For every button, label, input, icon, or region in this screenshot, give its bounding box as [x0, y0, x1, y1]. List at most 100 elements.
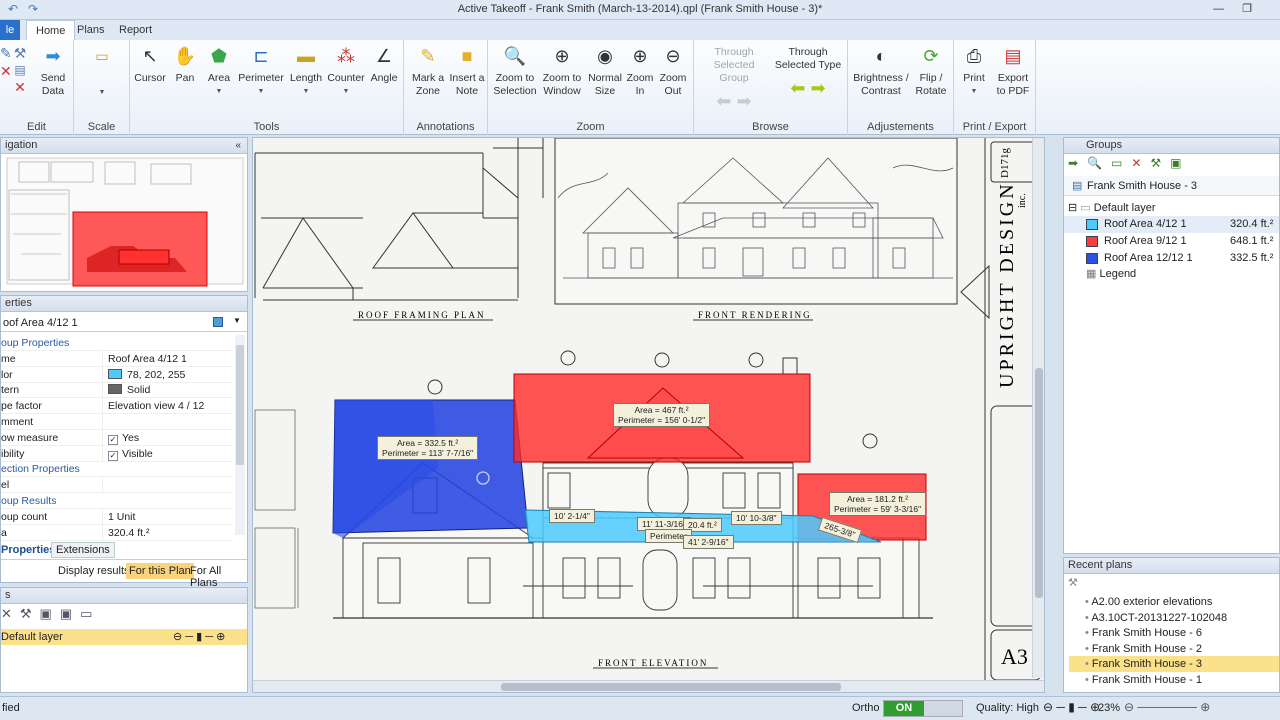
mark-zone-button[interactable]: ✎ Mark a Zone	[408, 44, 448, 98]
property-row[interactable]: ibility ✓ Visible	[1, 445, 233, 462]
for-all-plans-button[interactable]: For All Plans	[190, 565, 247, 589]
navigation-title: igation	[5, 139, 38, 151]
measurement-label-roof-9-12[interactable]: Area = 467 ft.² Perimeter = 156' 0-1/2"	[613, 403, 711, 427]
property-row[interactable]: oup Results	[1, 493, 233, 509]
front-elevation-title: FRONT ELEVATION	[598, 658, 708, 668]
zoom-slider[interactable]: ⊖ ─ ▮ ─ ⊕	[1043, 700, 1100, 714]
dimension-label[interactable]: 41' 2-9/16"	[683, 535, 734, 549]
counter-button[interactable]: ⁂ Counter ▼	[326, 44, 366, 98]
front-rendering-title: FRONT RENDERING	[698, 310, 812, 320]
ortho-toggle[interactable]: ON	[883, 700, 963, 717]
for-this-plan-button[interactable]: For this Plan	[126, 563, 194, 579]
property-row[interactable]: mment	[1, 414, 233, 430]
property-row[interactable]: tern Solid	[1, 382, 233, 399]
recent-plan-item[interactable]: • Frank Smith House - 3	[1069, 656, 1279, 673]
recent-plan-item[interactable]: • A3.10CT-20131227-102048	[1069, 610, 1279, 626]
magnifier-icon: 🔍	[503, 46, 527, 66]
groups-toolbar[interactable]: ➡🔍▭✕⚒▣	[1064, 156, 1279, 174]
recent-plan-item[interactable]: • Frank Smith House - 6	[1069, 625, 1279, 641]
recent-plan-item[interactable]: • A2.00 exterior elevations	[1069, 594, 1279, 610]
through-group-button[interactable]: Through Selected Group ⬅ ➡	[698, 46, 770, 110]
zoom-in-button[interactable]: ⊕ Zoom In	[624, 44, 656, 98]
tab-plans[interactable]: Plans	[68, 20, 114, 40]
flip-rotate-button[interactable]: ⟳ Flip / Rotate	[912, 44, 950, 98]
groups-title: Groups	[1086, 139, 1123, 151]
dimension-label[interactable]: 10' 10-3/8"	[731, 511, 782, 525]
property-row[interactable]: ow measure ✓ Yes	[1, 429, 233, 446]
collapse-icon[interactable]: «	[235, 138, 241, 153]
canvas-vertical-scrollbar[interactable]	[1032, 138, 1044, 678]
tab-file[interactable]: le	[0, 20, 20, 40]
layer-opacity-slider[interactable]: ⊖ ─ ▮ ─ ⊕	[173, 629, 225, 645]
send-data-button[interactable]: ➡ Send Data	[36, 44, 70, 98]
zoom-selection-button[interactable]: 🔍 Zoom to Selection	[492, 44, 538, 98]
property-key: el	[1, 477, 103, 494]
pan-button[interactable]: ✋ Pan	[168, 44, 202, 85]
layer-row[interactable]: Default layer ⊖ ─ ▮ ─ ⊕	[1, 629, 247, 645]
checkbox[interactable]: ✓	[108, 434, 118, 445]
recent-plan-name: A3.10CT-20131227-102048	[1091, 611, 1228, 624]
chevron-down-icon[interactable]: ▼	[233, 316, 241, 325]
measurement-label-roof-9-12-right[interactable]: Area = 181.2 ft.² Perimeter = 59' 3-3/16"	[829, 492, 927, 516]
properties-tabs: Properties Extensions	[1, 542, 247, 560]
property-row[interactable]: a 320.4 ft.²	[1, 524, 233, 541]
zoom-slider-right[interactable]: ⊖ ─────── ⊕	[1124, 700, 1210, 714]
property-row[interactable]: oup Properties	[1, 335, 233, 351]
property-grid: oup Properties me Roof Area 4/12 1 lor 78, 2…	[1, 335, 235, 541]
edit-small-buttons[interactable]: ⚒ ▤ ✕	[10, 44, 30, 96]
tab-report[interactable]: Report	[110, 20, 161, 40]
bullet-icon: •	[1085, 674, 1092, 686]
length-icon: ▬	[297, 46, 315, 66]
group-item[interactable]: Roof Area 4/12 1 320.4 ft.²	[1064, 216, 1279, 233]
zoom-group-label: Zoom	[576, 121, 605, 133]
scale-button[interactable]: ▭ ▼	[80, 44, 124, 99]
window-controls[interactable]: —❐	[1213, 2, 1270, 15]
recent-plans-tool-icon[interactable]: ⚒	[1068, 576, 1078, 589]
navigation-thumbnail[interactable]	[1, 154, 247, 290]
groups-plan-row[interactable]: ▤ Frank Smith House - 3	[1064, 176, 1279, 196]
through-type-button[interactable]: Through Selected Type ⬅ ➡	[772, 46, 844, 97]
property-row[interactable]: me Roof Area 4/12 1	[1, 350, 233, 367]
measurement-label-roof-12-12[interactable]: Area = 332.5 ft.² Perimeter = 113' 7-7/16…	[377, 436, 479, 460]
length-label: Length	[289, 72, 323, 84]
group-item[interactable]: Roof Area 12/12 1 332.5 ft.²	[1064, 250, 1279, 267]
legend-node[interactable]: ▦ Legend	[1086, 266, 1136, 283]
property-row[interactable]: el	[1, 477, 233, 494]
dimension-label[interactable]: 10' 2-1/4"	[549, 509, 595, 523]
collapse-tree-icon[interactable]: ⊟	[1068, 202, 1077, 214]
export-pdf-button[interactable]: ▤ Export to PDF	[992, 44, 1034, 98]
brightness-button[interactable]: ◐ Brightness / Contrast	[850, 44, 912, 98]
default-layer-node[interactable]: ⊟ ▭ Default layer	[1068, 200, 1156, 217]
group-item-value: 648.1 ft.²	[1230, 235, 1274, 247]
property-row[interactable]: oup count 1 Unit	[1, 508, 233, 525]
cursor-button[interactable]: ↖ Cursor	[132, 44, 168, 85]
drawing-canvas[interactable]: ROOF FRAMING PLAN FRONT RENDERING UPRIGH…	[252, 137, 1045, 693]
tab-extensions[interactable]: Extensions	[51, 542, 115, 558]
pan-label: Pan	[175, 72, 195, 84]
recent-plan-item[interactable]: • Frank Smith House - 2	[1069, 641, 1279, 657]
zoom-window-button[interactable]: ⊕ Zoom to Window	[538, 44, 586, 98]
zoom-out-button[interactable]: ⊖ Zoom Out	[656, 44, 690, 98]
property-value: Roof Area 4/12 1	[108, 351, 187, 367]
property-row[interactable]: lor 78, 202, 255	[1, 366, 233, 383]
canvas-horizontal-scrollbar[interactable]	[253, 680, 1044, 692]
measurement-perimeter-text: Perimeter = 156' 0-1/2"	[618, 415, 706, 425]
property-row[interactable]: ection Properties	[1, 461, 233, 478]
print-button[interactable]: ⎙ Print ▼	[956, 44, 992, 98]
insert-note-button[interactable]: ■ Insert a Note	[448, 44, 486, 98]
area-button[interactable]: ⬟ Area ▼	[202, 44, 236, 98]
angle-button[interactable]: ∠ Angle	[366, 44, 402, 85]
group-item[interactable]: Roof Area 9/12 1 648.1 ft.²	[1064, 233, 1279, 250]
group-selector[interactable]: oof Area 4/12 1 ▼	[1, 314, 247, 332]
perimeter-button[interactable]: ⊏ Perimeter ▼	[236, 44, 286, 98]
tab-properties[interactable]: Properties	[1, 544, 55, 556]
property-key: oup Results	[1, 495, 57, 507]
recent-plan-item[interactable]: • Frank Smith House - 1	[1069, 672, 1279, 688]
layers-toolbar[interactable]: ✕⚒▣▣▭	[1, 606, 247, 626]
normal-size-button[interactable]: ◉ Normal Size	[586, 44, 624, 98]
property-row[interactable]: pe factor Elevation view 4 / 12	[1, 398, 233, 415]
edit-icons[interactable]: ✎ ✕	[0, 44, 12, 80]
length-button[interactable]: ▬ Length ▼	[286, 44, 326, 98]
properties-scrollbar[interactable]	[235, 335, 245, 535]
checkbox[interactable]: ✓	[108, 450, 118, 461]
